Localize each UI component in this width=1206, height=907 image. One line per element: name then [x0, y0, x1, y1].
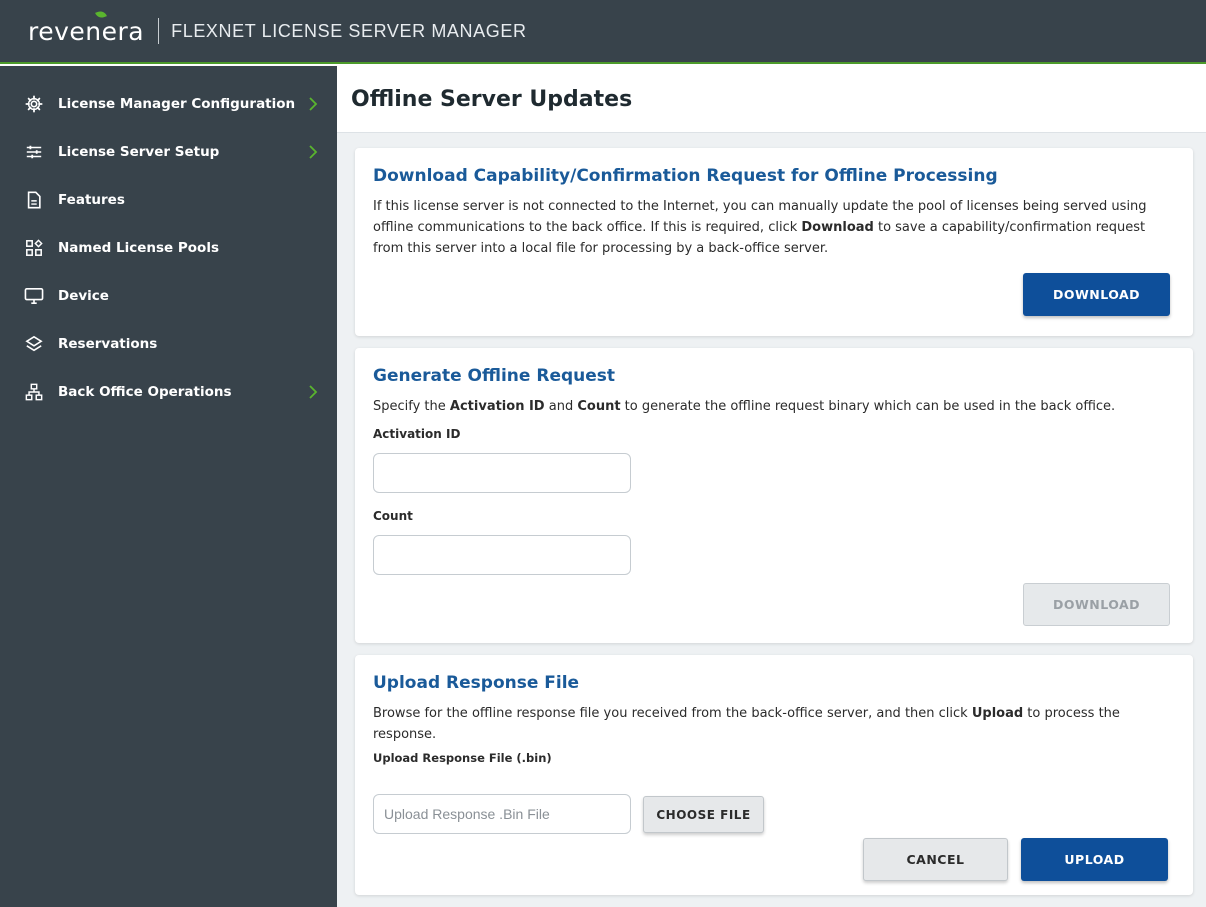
sidebar-item-back-office-operations[interactable]: Back Office Operations	[0, 368, 337, 416]
sidebar-item-label: Features	[58, 192, 125, 208]
section-description: Browse for the offline response file you…	[373, 706, 1120, 742]
document-icon	[24, 190, 44, 210]
page-title: Offline Server Updates	[351, 86, 633, 112]
upload-button[interactable]: UPLOAD	[1021, 838, 1168, 881]
section-title: Download Capability/Confirmation Request…	[373, 166, 998, 186]
sidebar-item-label: Device	[58, 288, 109, 304]
upload-file-input[interactable]	[373, 794, 631, 834]
upload-response-card: Upload Response File Browse for the offl…	[355, 655, 1193, 895]
section-title: Generate Offline Request	[373, 366, 616, 386]
sitemap-icon	[24, 382, 44, 402]
upload-file-label: Upload Response File (.bin)	[373, 751, 552, 765]
sidebar-item-label: Back Office Operations	[58, 384, 232, 400]
layers-icon	[24, 334, 44, 354]
gear-icon	[24, 94, 44, 114]
sidebar: License Manager Configuration License Se…	[0, 66, 337, 907]
section-description: If this license server is not connected …	[373, 199, 1147, 256]
page-header: Offline Server Updates	[337, 66, 1206, 133]
sliders-icon	[24, 142, 44, 162]
section-description: Specify the Activation ID and Count to g…	[373, 399, 1116, 414]
brand-name: revenera	[28, 16, 145, 46]
generate-download-button[interactable]: DOWNLOAD	[1023, 583, 1170, 626]
sidebar-item-label: License Manager Configuration	[58, 96, 296, 112]
chevron-right-icon	[308, 384, 320, 402]
brand-divider	[158, 18, 160, 44]
sidebar-item-label: License Server Setup	[58, 144, 220, 160]
monitor-icon	[24, 286, 44, 306]
pool-grid-icon	[24, 238, 44, 258]
count-input[interactable]	[373, 535, 631, 575]
product-name: FLEXNET LICENSE SERVER MANAGER	[171, 20, 527, 41]
activation-id-label: Activation ID	[373, 427, 461, 441]
main-content: Offline Server Updates Download Capabili…	[337, 66, 1206, 907]
activation-id-input[interactable]	[373, 453, 631, 493]
download-request-button[interactable]: DOWNLOAD	[1023, 273, 1170, 316]
chevron-right-icon	[308, 144, 320, 162]
cancel-button[interactable]: CANCEL	[863, 838, 1008, 881]
sidebar-item-device[interactable]: Device	[0, 272, 337, 320]
sidebar-item-features[interactable]: Features	[0, 176, 337, 224]
sidebar-item-label: Named License Pools	[58, 240, 219, 256]
chevron-right-icon	[308, 96, 320, 114]
generate-offline-request-card: Generate Offline Request Specify the Act…	[355, 348, 1193, 643]
sidebar-item-license-server-setup[interactable]: License Server Setup	[0, 128, 337, 176]
choose-file-button[interactable]: CHOOSE FILE	[643, 796, 764, 833]
download-request-card: Download Capability/Confirmation Request…	[355, 148, 1193, 336]
sidebar-item-named-license-pools[interactable]: Named License Pools	[0, 224, 337, 272]
top-bar: revenera FLEXNET LICENSE SERVER MANAGER	[0, 0, 1206, 64]
section-title: Upload Response File	[373, 673, 580, 693]
sidebar-item-license-manager-configuration[interactable]: License Manager Configuration	[0, 80, 337, 128]
sidebar-item-reservations[interactable]: Reservations	[0, 320, 337, 368]
count-label: Count	[373, 509, 413, 523]
sidebar-item-label: Reservations	[58, 336, 158, 352]
revenera-logo[interactable]: revenera	[28, 9, 145, 46]
